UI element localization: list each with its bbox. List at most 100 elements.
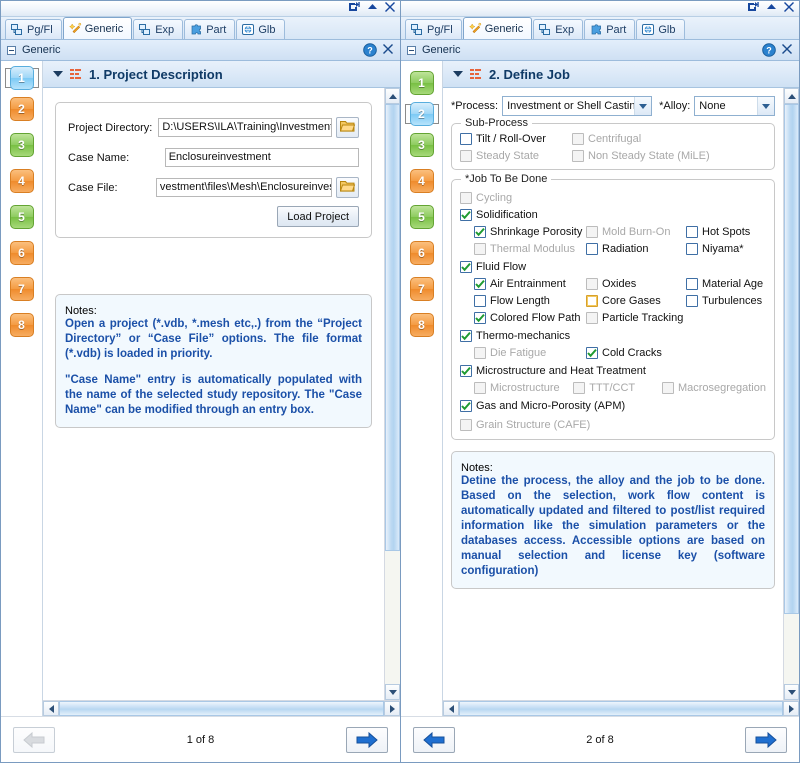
step-item-5[interactable]: 5 [5,202,39,232]
checkbox-shrinkage-porosity[interactable]: Shrinkage Porosity [474,226,586,238]
collapse-icon[interactable] [367,3,378,11]
step-item-8[interactable]: 8 [405,310,439,340]
process-select[interactable]: Investment or Shell Casting [502,96,653,116]
chevron-down-icon[interactable] [634,97,652,115]
checkbox-air-entrainment[interactable]: Air Entrainment [474,278,586,290]
checkbox-material-age[interactable]: Material Age [686,278,763,290]
close-icon[interactable] [782,44,794,56]
checkbox-checked-icon [474,312,486,324]
previous-step-button[interactable] [413,726,455,753]
next-step-button[interactable] [745,726,787,753]
project-directory-browse-button[interactable] [336,117,359,138]
scroll-track[interactable] [385,104,400,684]
tab-exp[interactable]: Exp [133,19,184,39]
tab-exp[interactable]: Exp [533,19,584,39]
close-icon[interactable] [784,2,794,12]
section-header-project-description[interactable]: 1. Project Description [43,61,400,88]
checkbox-colored-flow-path[interactable]: Colored Flow Path [474,312,586,324]
step-badge: 7 [9,277,34,301]
horizontal-scrollbar-right[interactable] [443,700,799,716]
checkbox-fluid-flow[interactable]: Fluid Flow [460,261,526,273]
tab-generic[interactable]: Generic [462,17,533,39]
checkbox-tilt-roll-over[interactable]: Tilt / Roll-Over [460,133,572,145]
tab-pg-fl[interactable]: Pg/Fl [5,19,62,39]
scroll-track[interactable] [459,701,783,716]
checkbox-cold-cracks[interactable]: Cold Cracks [586,347,662,359]
section-header-define-job[interactable]: 2. Define Job [443,61,799,88]
checkbox-checked-icon [586,347,598,359]
alloy-select[interactable]: None [694,96,775,116]
checkbox-radiation[interactable]: Radiation [586,243,686,255]
checkbox-hot-spots[interactable]: Hot Spots [686,226,750,238]
tab-part[interactable]: Part [184,19,236,39]
tab-generic[interactable]: Generic [62,17,133,39]
step-item-2[interactable]: 2 [5,94,39,124]
scroll-left-button[interactable] [43,701,59,716]
scroll-track[interactable] [784,104,799,684]
checkbox-turbulences[interactable]: Turbulences [686,295,762,307]
case-name-input[interactable]: Enclosureinvestment [164,148,359,167]
tab-part[interactable]: Part [584,19,636,39]
checkbox-thermo-mechanics[interactable]: Thermo-mechanics [460,330,570,342]
checkbox-box-icon [572,133,584,145]
step-item-7[interactable]: 7 [5,274,39,304]
close-icon[interactable] [383,44,395,56]
checkbox-flow-length[interactable]: Flow Length [474,295,586,307]
vertical-scrollbar-right[interactable] [783,88,799,700]
case-file-input[interactable]: vestment\files\Mesh\Enclosureinvestment.… [155,178,332,197]
collapse-toggle-icon[interactable] [407,45,416,55]
case-file-browse-button[interactable] [336,177,359,198]
step-item-2[interactable]: 2 [404,102,439,126]
step-item-7[interactable]: 7 [405,274,439,304]
tab-glb[interactable]: Glb [636,19,685,39]
project-directory-input[interactable]: D:\USERS\ILA\Training\Investment\files\M… [158,118,332,137]
scroll-up-button[interactable] [385,88,400,104]
step-item-3[interactable]: 3 [405,130,439,160]
tab-glb[interactable]: Glb [236,19,285,39]
tab-pg-fl[interactable]: Pg/Fl [405,19,462,39]
chevron-down-icon[interactable] [53,71,63,77]
scroll-right-button[interactable] [783,701,799,716]
restore-icon[interactable] [349,2,360,12]
scroll-track[interactable] [59,701,384,716]
step-item-6[interactable]: 6 [405,238,439,268]
scroll-down-button[interactable] [385,684,400,700]
step-item-8[interactable]: 8 [5,310,39,340]
step-item-3[interactable]: 3 [5,130,39,160]
scroll-up-button[interactable] [784,88,799,104]
step-item-5[interactable]: 5 [405,202,439,232]
collapse-icon[interactable] [766,3,777,11]
checkbox-solidification[interactable]: Solidification [460,209,538,221]
close-icon[interactable] [385,2,395,12]
restore-icon[interactable] [748,2,759,12]
help-icon[interactable]: ? [762,43,776,57]
notes-paragraph: Open a project (*.vdb, *.mesh etc,.) fro… [65,318,362,360]
collapse-toggle-icon[interactable] [7,45,16,55]
scroll-right-button[interactable] [384,701,400,716]
checkbox-gas-and-micro-porosity-apm[interactable]: Gas and Micro-Porosity (APM) [460,400,625,412]
step-item-1[interactable]: 1 [4,66,39,90]
checkbox-core-gases[interactable]: Core Gases [586,295,686,307]
chevron-down-icon[interactable] [757,97,774,115]
checkbox-microstructure-and-heat-treatment[interactable]: Microstructure and Heat Treatment [460,365,646,377]
step-item-6[interactable]: 6 [5,238,39,268]
vertical-scrollbar-left[interactable] [384,88,400,700]
step-badge: 4 [409,169,434,193]
scroll-left-button[interactable] [443,701,459,716]
previous-step-button[interactable] [13,726,55,753]
next-step-button[interactable] [346,726,388,753]
chevron-down-icon[interactable] [453,71,463,77]
help-icon[interactable]: ? [363,43,377,57]
scroll-thumb[interactable] [784,104,799,615]
scroll-thumb[interactable] [459,701,783,716]
checkbox-niyama[interactable]: Niyama* [686,243,744,255]
scroll-down-button[interactable] [784,684,799,700]
load-project-button[interactable]: Load Project [277,206,359,227]
step-item-1[interactable]: 1 [405,68,439,98]
scroll-thumb[interactable] [59,701,384,716]
notes-paragraph: Detine the process, the alloy and the jo… [461,475,765,577]
step-item-4[interactable]: 4 [5,166,39,196]
scroll-thumb[interactable] [385,104,400,551]
step-item-4[interactable]: 4 [405,166,439,196]
horizontal-scrollbar-left[interactable] [43,700,400,716]
